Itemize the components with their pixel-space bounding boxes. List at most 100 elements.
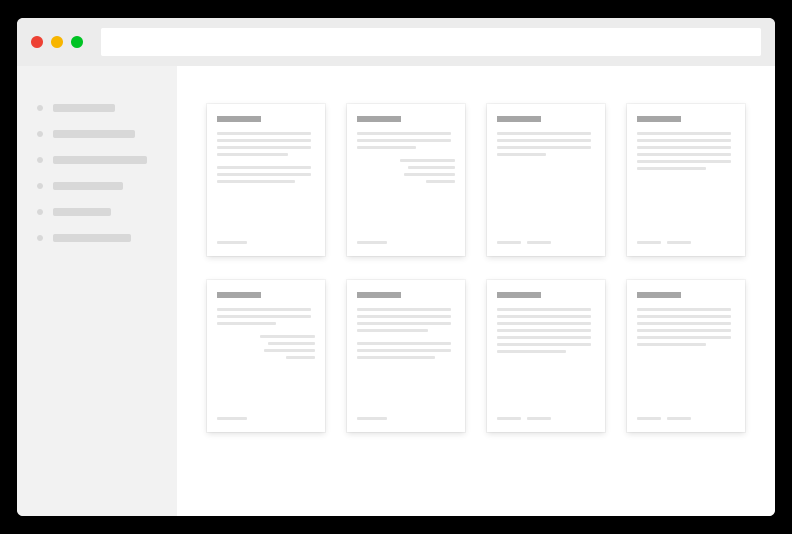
text-line bbox=[497, 343, 591, 346]
document-card[interactable] bbox=[487, 104, 605, 256]
text-line bbox=[637, 329, 731, 332]
document-title bbox=[637, 292, 681, 298]
text-line bbox=[286, 356, 315, 359]
document-body bbox=[637, 308, 735, 346]
document-title bbox=[357, 292, 401, 298]
text-line bbox=[217, 180, 295, 183]
text-line bbox=[637, 417, 661, 420]
text-line bbox=[357, 139, 451, 142]
text-line bbox=[357, 308, 451, 311]
bullet-icon bbox=[37, 131, 43, 137]
document-card[interactable] bbox=[207, 280, 325, 432]
sidebar-item[interactable] bbox=[37, 208, 157, 216]
close-icon[interactable] bbox=[31, 36, 43, 48]
document-body bbox=[497, 308, 595, 353]
text-line bbox=[357, 356, 435, 359]
document-card[interactable] bbox=[347, 104, 465, 256]
sidebar-item[interactable] bbox=[37, 156, 157, 164]
text-line bbox=[217, 315, 311, 318]
document-footer bbox=[497, 241, 595, 244]
text-line bbox=[527, 241, 551, 244]
text-line bbox=[268, 342, 315, 345]
document-paragraph bbox=[357, 159, 455, 183]
document-footer bbox=[217, 241, 315, 244]
sidebar-item-label bbox=[53, 208, 111, 216]
text-line bbox=[357, 349, 451, 352]
text-line bbox=[497, 146, 591, 149]
text-line bbox=[357, 146, 416, 149]
document-card[interactable] bbox=[627, 104, 745, 256]
titlebar bbox=[17, 18, 775, 66]
text-line bbox=[357, 322, 451, 325]
document-paragraph bbox=[357, 342, 455, 359]
text-line bbox=[497, 336, 591, 339]
text-line bbox=[497, 132, 591, 135]
text-line bbox=[667, 241, 691, 244]
text-line bbox=[217, 322, 276, 325]
text-line bbox=[637, 160, 731, 163]
bullet-icon bbox=[37, 183, 43, 189]
sidebar-item[interactable] bbox=[37, 130, 157, 138]
document-card[interactable] bbox=[627, 280, 745, 432]
address-bar[interactable] bbox=[101, 28, 761, 56]
text-line bbox=[217, 132, 311, 135]
sidebar-item-label bbox=[53, 182, 123, 190]
maximize-icon[interactable] bbox=[71, 36, 83, 48]
document-grid bbox=[207, 104, 745, 432]
sidebar-item-label bbox=[53, 234, 131, 242]
document-body bbox=[357, 308, 455, 332]
text-line bbox=[637, 322, 731, 325]
document-card[interactable] bbox=[207, 104, 325, 256]
document-footer bbox=[357, 241, 455, 244]
text-line bbox=[637, 343, 706, 346]
document-title bbox=[637, 116, 681, 122]
document-title bbox=[217, 116, 261, 122]
text-line bbox=[217, 417, 247, 420]
bullet-icon bbox=[37, 157, 43, 163]
bullet-icon bbox=[37, 209, 43, 215]
document-footer bbox=[497, 417, 595, 420]
text-line bbox=[497, 139, 591, 142]
text-line bbox=[497, 153, 546, 156]
sidebar-item[interactable] bbox=[37, 104, 157, 112]
text-line bbox=[400, 159, 455, 162]
text-line bbox=[357, 241, 387, 244]
text-line bbox=[527, 417, 551, 420]
sidebar-item-label bbox=[53, 130, 135, 138]
minimize-icon[interactable] bbox=[51, 36, 63, 48]
text-line bbox=[637, 315, 731, 318]
document-card[interactable] bbox=[487, 280, 605, 432]
text-line bbox=[637, 153, 731, 156]
text-line bbox=[637, 336, 731, 339]
text-line bbox=[217, 146, 311, 149]
text-line bbox=[637, 146, 731, 149]
text-line bbox=[217, 173, 311, 176]
sidebar-item-label bbox=[53, 156, 147, 164]
sidebar-item-label bbox=[53, 104, 115, 112]
text-line bbox=[357, 329, 428, 332]
text-line bbox=[408, 166, 455, 169]
text-line bbox=[217, 241, 247, 244]
text-line bbox=[404, 173, 455, 176]
document-footer bbox=[637, 417, 735, 420]
text-line bbox=[497, 329, 591, 332]
text-line bbox=[637, 308, 731, 311]
sidebar-item[interactable] bbox=[37, 182, 157, 190]
sidebar-item[interactable] bbox=[37, 234, 157, 242]
document-body bbox=[357, 132, 455, 149]
document-body bbox=[497, 132, 595, 156]
text-line bbox=[217, 166, 311, 169]
document-card[interactable] bbox=[347, 280, 465, 432]
text-line bbox=[217, 153, 288, 156]
document-paragraph bbox=[217, 166, 315, 183]
text-line bbox=[497, 322, 591, 325]
text-line bbox=[497, 350, 566, 353]
text-line bbox=[637, 132, 731, 135]
text-line bbox=[497, 315, 591, 318]
text-line bbox=[667, 417, 691, 420]
text-line bbox=[357, 132, 451, 135]
text-line bbox=[264, 349, 315, 352]
document-paragraph bbox=[217, 335, 315, 359]
traffic-lights bbox=[31, 36, 83, 48]
bullet-icon bbox=[37, 105, 43, 111]
